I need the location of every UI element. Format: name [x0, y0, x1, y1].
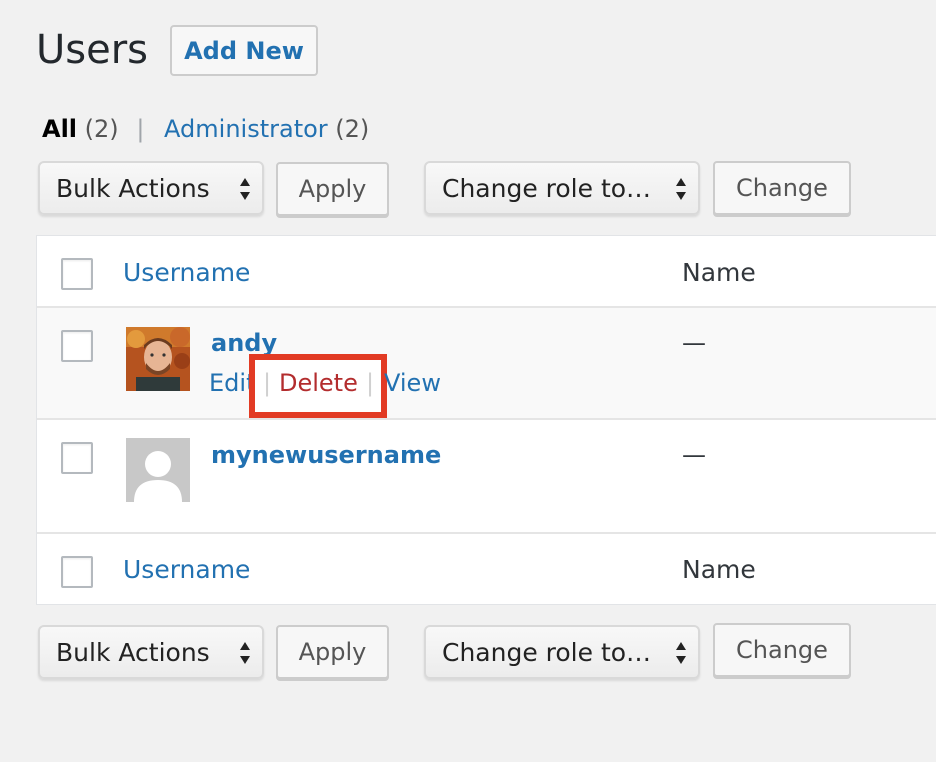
add-new-button[interactable]: Add New	[170, 25, 318, 76]
name-value: —	[682, 329, 706, 357]
change-role-select-value: Change role to…	[442, 173, 652, 203]
select-arrows-icon	[240, 642, 250, 664]
apply-button-top[interactable]: Apply	[276, 162, 389, 216]
view-user-link[interactable]: View	[384, 369, 441, 397]
table-footer: Username Name	[37, 534, 936, 604]
filter-administrator-count: (2)	[335, 115, 370, 143]
user-avatar	[126, 438, 190, 502]
name-value: —	[682, 441, 706, 469]
username-link[interactable]: mynewusername	[211, 440, 441, 470]
bulk-actions-select-top[interactable]: Bulk Actions	[38, 161, 264, 215]
filter-all-count: (2)	[84, 115, 119, 143]
username-column-footer[interactable]: Username	[123, 554, 250, 586]
select-arrows-icon	[676, 178, 686, 200]
filter-administrator[interactable]: Administrator	[164, 115, 328, 143]
users-page: Users Add New All (2) | Administrator (2…	[0, 0, 936, 762]
username-column-header[interactable]: Username	[123, 257, 250, 289]
table-header: Username Name	[37, 236, 936, 308]
filter-all[interactable]: All	[42, 115, 77, 143]
filter-separator: |	[136, 115, 145, 143]
role-filter-links: All (2) | Administrator (2)	[42, 114, 369, 144]
table-row: andy —	[37, 308, 936, 420]
bulk-actions-select-value: Bulk Actions	[56, 637, 210, 667]
select-arrows-icon	[676, 642, 686, 664]
change-role-select-top[interactable]: Change role to…	[424, 161, 700, 215]
change-button-top[interactable]: Change	[713, 161, 851, 215]
row-checkbox[interactable]	[61, 330, 93, 362]
row-action-separator: |	[263, 369, 272, 397]
name-column-header: Name	[682, 258, 756, 287]
select-all-checkbox-footer[interactable]	[61, 556, 93, 588]
select-arrows-icon	[240, 178, 250, 200]
row-checkbox[interactable]	[61, 442, 93, 474]
row-action-separator: |	[366, 369, 375, 397]
select-all-checkbox[interactable]	[61, 258, 93, 290]
change-role-select-bottom[interactable]: Change role to…	[424, 625, 700, 679]
change-button-bottom[interactable]: Change	[713, 623, 851, 677]
user-avatar	[126, 327, 190, 391]
bulk-actions-select-bottom[interactable]: Bulk Actions	[38, 625, 264, 679]
page-title: Users	[36, 27, 149, 73]
name-column-footer: Name	[682, 555, 756, 584]
delete-user-link[interactable]: Delete	[279, 369, 358, 397]
default-avatar-icon	[126, 438, 190, 502]
photo-avatar-icon	[126, 327, 190, 391]
table-row: mynewusername —	[37, 420, 936, 534]
bulk-actions-select-value: Bulk Actions	[56, 173, 210, 203]
users-table: Username Name andy — mynewusername — Use…	[36, 235, 936, 605]
change-role-select-value: Change role to…	[442, 637, 652, 667]
apply-button-bottom[interactable]: Apply	[276, 625, 389, 679]
